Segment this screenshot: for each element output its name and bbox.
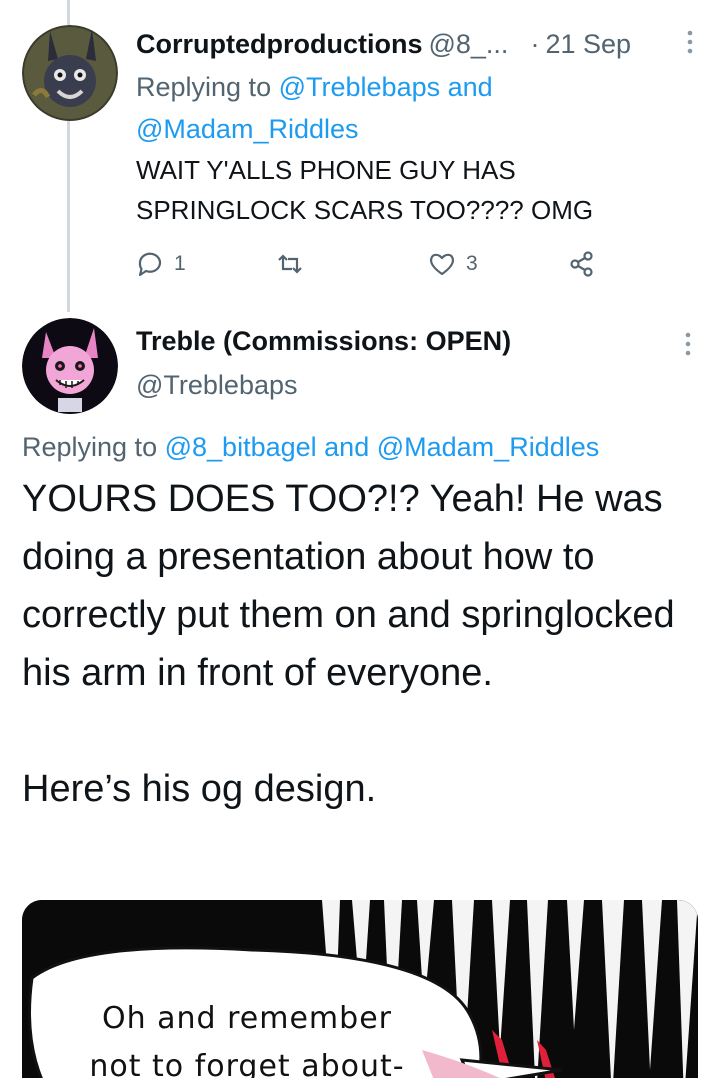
tweet-text-paragraph: Here’s his og design.: [22, 768, 377, 810]
tweet-text-paragraph: YOURS DOES TOO?!? Yeah! He was doing a p…: [22, 478, 675, 694]
tweet-text-line: WAIT Y'ALLS PHONE GUY HAS: [136, 155, 516, 185]
like-count: 3: [466, 252, 478, 275]
mention-link[interactable]: @Madam_Riddles: [136, 114, 359, 144]
speech-bubble-text: Oh and remember not to forget about-: [82, 995, 412, 1078]
author-handle[interactable]: @8_...: [428, 29, 508, 60]
reply-tweet-header: Corruptedproductions @8_... · 21 Sep: [136, 26, 700, 62]
retweet-button[interactable]: [276, 248, 314, 280]
and-label: and: [324, 432, 370, 462]
share-button[interactable]: [568, 248, 596, 280]
more-vertical-icon[interactable]: [684, 28, 696, 63]
tweet-date[interactable]: 21 Sep: [545, 29, 631, 60]
and-label: and: [447, 72, 493, 102]
avatar[interactable]: [22, 318, 118, 414]
like-button[interactable]: 3: [428, 248, 478, 280]
mention-link[interactable]: @8_bitbagel: [165, 432, 317, 462]
reply-tweet-text: WAIT Y'ALLS PHONE GUY HAS SPRINGLOCK SCA…: [136, 150, 676, 230]
tweet-action-bar: 1 3: [136, 248, 616, 280]
reply-button[interactable]: 1: [136, 248, 186, 280]
separator-dot: ·: [530, 28, 540, 59]
reply-count: 1: [174, 252, 186, 275]
tweet-media-image[interactable]: Oh and remember not to forget about-: [22, 900, 698, 1078]
replying-to-label: Replying to: [22, 432, 158, 462]
replying-to-line: Replying to @Treblebaps and @Madam_Riddl…: [136, 66, 676, 150]
author-display-name[interactable]: Treble (Commissions: OPEN): [136, 326, 511, 357]
replying-to-label: Replying to: [136, 72, 272, 102]
avatar[interactable]: [22, 25, 118, 121]
mention-link[interactable]: @Treblebaps: [279, 72, 441, 102]
retweet-icon: [278, 254, 302, 274]
speech-line: not to forget about-: [89, 1049, 405, 1078]
heart-icon: [430, 253, 454, 276]
share-icon: [570, 251, 593, 277]
reply-icon: [138, 252, 162, 277]
mention-link[interactable]: @Madam_Riddles: [377, 432, 600, 462]
main-tweet-text: YOURS DOES TOO?!? Yeah! He was doing a p…: [22, 470, 692, 818]
more-vertical-icon[interactable]: [682, 330, 694, 363]
author-handle[interactable]: @Treblebaps: [136, 370, 298, 401]
speech-line: Oh and remember: [101, 1001, 392, 1036]
replying-to-line: Replying to @8_bitbagel and @Madam_Riddl…: [22, 432, 599, 463]
author-display-name[interactable]: Corruptedproductions: [136, 29, 422, 60]
tweet-text-line: SPRINGLOCK SCARS TOO???? OMG: [136, 195, 594, 225]
